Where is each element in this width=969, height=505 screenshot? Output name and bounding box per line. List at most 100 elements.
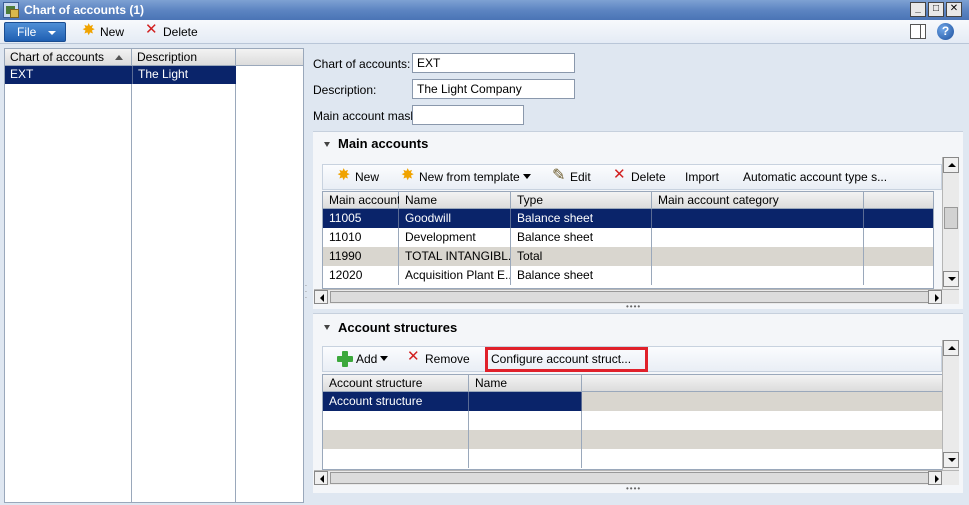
scroll-right-button[interactable] <box>928 290 942 304</box>
account-structures-horizontal-scrollbar[interactable] <box>314 470 959 485</box>
cell-main-account: 11010 <box>323 228 399 247</box>
column-header-main-account[interactable]: Main account <box>323 192 400 209</box>
arrow-down-icon <box>948 458 956 462</box>
main-accounts-new-button[interactable]: New <box>337 167 379 187</box>
import-button[interactable]: Import <box>685 169 719 187</box>
arrow-left-icon <box>320 294 324 302</box>
table-row-empty <box>323 449 943 468</box>
arrow-left-icon <box>320 475 324 483</box>
help-icon[interactable]: ? <box>937 23 954 40</box>
chart-of-accounts-field[interactable] <box>412 53 575 73</box>
main-accounts-delete-button[interactable]: Delete <box>613 167 666 187</box>
description-field[interactable] <box>412 79 575 99</box>
delete-label: Delete <box>163 25 198 39</box>
cell-type: Balance sheet <box>511 266 652 285</box>
new-icon <box>337 167 352 184</box>
new-icon <box>82 22 97 39</box>
chart-of-accounts-list: Chart of accounts Description EXT The Li… <box>4 48 304 503</box>
list-item-description[interactable]: The Light Company <box>132 66 236 98</box>
cell-category <box>652 228 864 247</box>
scroll-thumb[interactable] <box>330 472 930 484</box>
cell-name: Goodwill <box>399 209 511 228</box>
add-button[interactable]: Add <box>337 351 389 369</box>
column-header-chart-of-accounts[interactable]: Chart of accounts <box>5 49 132 66</box>
cell-name: Development <box>399 228 511 247</box>
cell-type: Total <box>511 247 652 266</box>
arrow-down-icon <box>948 277 956 281</box>
table-row-empty <box>323 430 943 449</box>
scroll-left-button[interactable] <box>314 290 328 304</box>
automatic-account-type-button[interactable]: Automatic account type s... <box>743 169 887 187</box>
cell-type: Balance sheet <box>511 209 652 228</box>
main-account-mask-field[interactable] <box>412 105 524 125</box>
app-icon <box>3 2 19 18</box>
cell-main-account: 12020 <box>323 266 399 285</box>
description-label: Description: <box>313 83 377 97</box>
table-row[interactable]: 11010 Development Balance sheet <box>323 228 933 247</box>
add-icon <box>337 351 353 367</box>
account-structures-vertical-scrollbar[interactable] <box>942 340 959 470</box>
splitter-handle[interactable]: · · · <box>304 282 308 302</box>
main-account-mask-label: Main account mask: <box>313 109 420 123</box>
column-header-filler <box>582 375 943 392</box>
delete-icon <box>145 22 159 38</box>
cell-main-account: 11005 <box>323 209 399 228</box>
cell-main-account: 11990 <box>323 247 399 266</box>
scroll-right-button[interactable] <box>928 471 942 485</box>
table-row[interactable]: Account structure <box>323 392 582 411</box>
configure-button-highlight <box>485 347 648 372</box>
main-accounts-title: Main accounts <box>338 136 429 151</box>
scroll-left-button[interactable] <box>314 471 328 485</box>
scroll-down-button[interactable] <box>943 452 959 468</box>
minimize-button[interactable]: _ <box>910 2 926 17</box>
column-header-description[interactable]: Description <box>132 49 236 66</box>
cell-category <box>652 247 864 266</box>
edit-button[interactable]: Edit <box>552 167 591 187</box>
collapse-icon[interactable] <box>324 142 330 147</box>
cell-account-structure: Account structure <box>323 392 469 411</box>
cell-name: Acquisition Plant E... <box>399 266 511 285</box>
table-row[interactable]: 12020 Acquisition Plant E... Balance she… <box>323 266 933 285</box>
cell-type: Balance sheet <box>511 228 652 247</box>
table-row[interactable]: 11005 Goodwill Balance sheet <box>323 209 933 228</box>
column-header-name[interactable]: Name <box>469 375 582 392</box>
resize-grip-icon[interactable]: •••• <box>626 484 641 493</box>
column-header-account-structure[interactable]: Account structure <box>323 375 469 392</box>
close-button[interactable]: ✕ <box>946 2 962 17</box>
arrow-up-icon <box>948 346 956 350</box>
column-header-name[interactable]: Name <box>399 192 511 209</box>
table-row-empty <box>323 411 943 430</box>
new-label: New <box>100 25 125 39</box>
new-button[interactable]: New <box>82 22 125 41</box>
cell-category <box>652 209 864 228</box>
resize-grip-icon[interactable]: •••• <box>626 302 641 311</box>
file-label: File <box>17 25 37 39</box>
scroll-down-button[interactable] <box>943 271 959 287</box>
layout-toggle-icon[interactable] <box>910 24 926 39</box>
remove-button[interactable]: Remove <box>407 349 470 369</box>
main-accounts-vertical-scrollbar[interactable] <box>942 157 959 289</box>
arrow-right-icon <box>935 294 939 302</box>
delete-button[interactable]: Delete <box>145 22 198 41</box>
scroll-thumb[interactable] <box>944 207 958 229</box>
title-bar: Chart of accounts (1) _ □ ✕ <box>0 0 969 20</box>
column-header-type[interactable]: Type <box>511 192 652 209</box>
list-item[interactable]: EXT <box>5 66 132 84</box>
delete-icon <box>613 167 627 183</box>
chevron-down-icon <box>48 31 56 35</box>
account-structures-title: Account structures <box>338 320 458 335</box>
collapse-icon[interactable] <box>324 325 330 330</box>
maximize-button[interactable]: □ <box>928 2 944 17</box>
chart-of-accounts-label: Chart of accounts: <box>313 57 411 71</box>
new-from-template-button[interactable]: New from template <box>401 167 531 187</box>
window-title: Chart of accounts (1) <box>24 3 145 17</box>
column-header-main-account-category[interactable]: Main account category <box>652 192 864 209</box>
table-row[interactable]: 11990 TOTAL INTANGIBL... Total <box>323 247 933 266</box>
scroll-up-button[interactable] <box>943 157 959 173</box>
pencil-icon <box>552 167 566 184</box>
file-menu-button[interactable]: File <box>4 22 66 42</box>
sort-ascending-icon <box>115 55 123 60</box>
scroll-up-button[interactable] <box>943 340 959 356</box>
chevron-down-icon <box>522 174 531 179</box>
column-divider <box>235 66 236 502</box>
